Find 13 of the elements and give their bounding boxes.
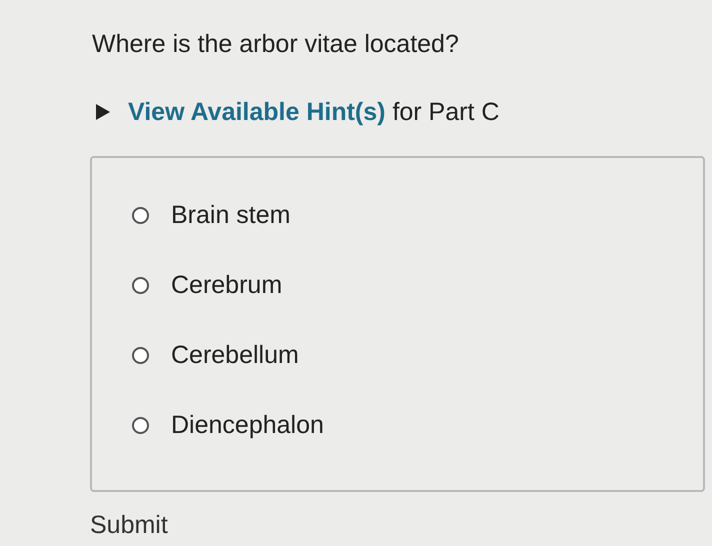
radio-button[interactable] [132, 206, 149, 224]
hints-link[interactable]: View Available Hint(s) [128, 98, 386, 126]
option-label[interactable]: Brain stem [171, 198, 290, 232]
option-label[interactable]: Diencephalon [171, 408, 324, 442]
triangle-icon[interactable] [96, 104, 110, 120]
option-label[interactable]: Cerebellum [171, 338, 299, 372]
radio-button[interactable] [132, 276, 149, 294]
radio-button[interactable] [132, 416, 149, 434]
option-label[interactable]: Cerebrum [171, 268, 282, 302]
question-text: Where is the arbor vitae located? [92, 29, 460, 60]
hint-text: View Available Hint(s) for Part C [128, 97, 500, 128]
radio-button[interactable] [132, 346, 149, 364]
submit-button[interactable]: Submit [90, 510, 168, 540]
